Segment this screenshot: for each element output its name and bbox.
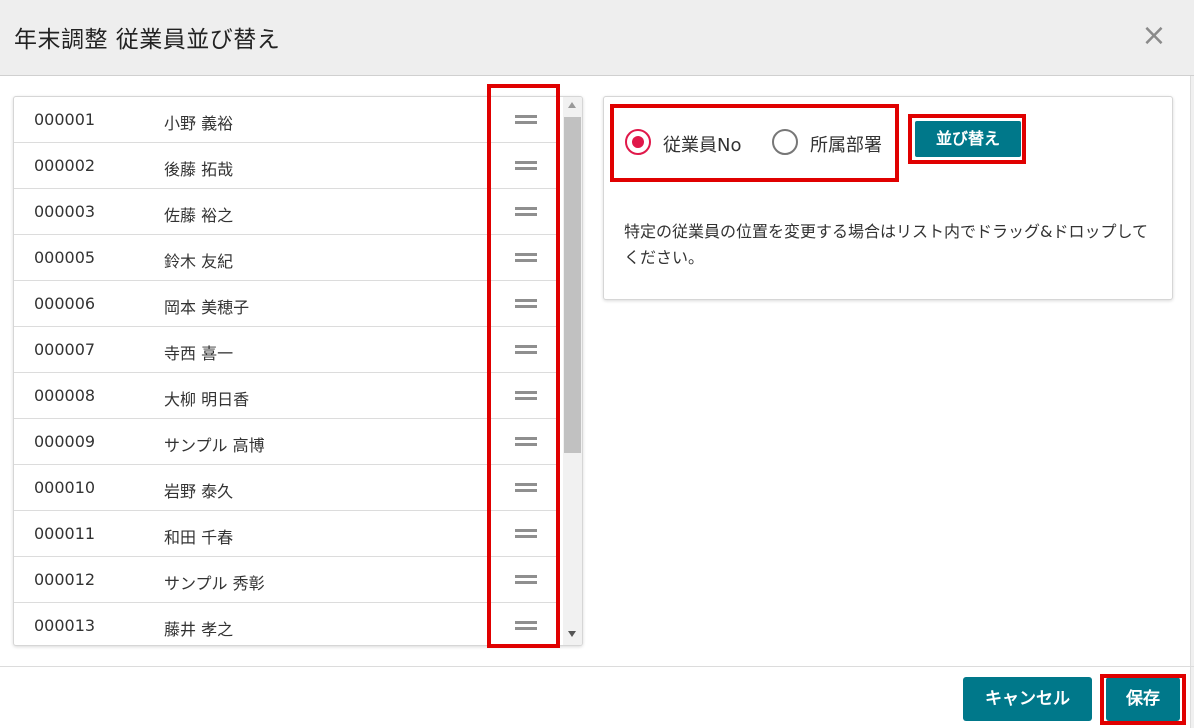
employee-name: 小野 義裕 bbox=[164, 114, 234, 133]
employee-no: 000013 bbox=[34, 616, 96, 635]
radio-label: 従業員No bbox=[663, 135, 742, 156]
employee-row[interactable]: 000009 サンプル 高博 bbox=[14, 419, 557, 465]
drag-handle-icon[interactable] bbox=[515, 158, 537, 172]
save-button[interactable]: 保存 bbox=[1106, 677, 1180, 721]
employee-name: 鈴木 友紀 bbox=[164, 252, 234, 271]
drag-handle-icon[interactable] bbox=[515, 204, 537, 218]
employee-name: 岡本 美穂子 bbox=[164, 298, 250, 317]
footer-divider bbox=[0, 666, 1194, 667]
employee-row[interactable]: 000008 大柳 明日香 bbox=[14, 373, 557, 419]
employee-no: 000011 bbox=[34, 524, 96, 543]
employee-name: 大柳 明日香 bbox=[164, 390, 250, 409]
employee-name: 和田 千春 bbox=[164, 528, 234, 547]
drag-handle-icon[interactable] bbox=[515, 388, 537, 402]
list-scrollbar[interactable] bbox=[563, 97, 582, 645]
drag-handle-icon[interactable] bbox=[515, 434, 537, 448]
employee-name: 佐藤 裕之 bbox=[164, 206, 234, 225]
employee-row[interactable]: 000010 岩野 泰久 bbox=[14, 465, 557, 511]
sort-options-panel: 従業員No 所属部署 並び替え 特定の従業員の位置を変更する場合はリスト内でドラ… bbox=[603, 96, 1173, 300]
employee-no: 000007 bbox=[34, 340, 96, 359]
employee-no: 000012 bbox=[34, 570, 96, 589]
radio-circle bbox=[772, 129, 798, 155]
drag-handle-icon[interactable] bbox=[515, 526, 537, 540]
drag-drop-hint: 特定の従業員の位置を変更する場合はリスト内でドラッグ&ドロップしてください。 bbox=[624, 222, 1148, 267]
employee-row[interactable]: 000012 サンプル 秀彰 bbox=[14, 557, 557, 603]
employee-row[interactable]: 000001 小野 義裕 bbox=[14, 97, 557, 143]
employee-list: 000001 小野 義裕 000002 後藤 拓哉 000003 佐藤 裕之 000005 鈴… bbox=[14, 97, 557, 645]
drag-handle-icon[interactable] bbox=[515, 342, 537, 356]
employee-name: サンプル 秀彰 bbox=[164, 574, 265, 593]
scroll-up-arrow-icon[interactable] bbox=[568, 102, 576, 108]
drag-handle-icon[interactable] bbox=[515, 572, 537, 586]
employee-row[interactable]: 000013 藤井 孝之 bbox=[14, 603, 557, 645]
employee-row[interactable]: 000003 佐藤 裕之 bbox=[14, 189, 557, 235]
radio-circle bbox=[625, 129, 651, 155]
sort-button[interactable]: 並び替え bbox=[915, 121, 1021, 157]
employee-row[interactable]: 000007 寺西 喜一 bbox=[14, 327, 557, 373]
employee-name: サンプル 高博 bbox=[164, 436, 265, 455]
employee-no: 000001 bbox=[34, 110, 96, 129]
drag-handle-icon[interactable] bbox=[515, 250, 537, 264]
employee-no: 000003 bbox=[34, 202, 96, 221]
employee-name: 岩野 泰久 bbox=[164, 482, 234, 501]
window-edge bbox=[1190, 76, 1194, 728]
employee-no: 000009 bbox=[34, 432, 96, 451]
employee-no: 000008 bbox=[34, 386, 96, 405]
drag-handle-icon[interactable] bbox=[515, 112, 537, 126]
employee-row[interactable]: 000002 後藤 拓哉 bbox=[14, 143, 557, 189]
cancel-button[interactable]: キャンセル bbox=[963, 677, 1092, 721]
drag-handle-icon[interactable] bbox=[515, 618, 537, 632]
radio-label: 所属部署 bbox=[810, 135, 882, 156]
employee-no: 000002 bbox=[34, 156, 96, 175]
employee-row[interactable]: 000005 鈴木 友紀 bbox=[14, 235, 557, 281]
sort-employees-dialog: 年末調整 従業員並び替え × 000001 小野 義裕 000002 後藤 拓哉 000… bbox=[0, 0, 1194, 728]
employee-row[interactable]: 000011 和田 千春 bbox=[14, 511, 557, 557]
employee-name: 後藤 拓哉 bbox=[164, 160, 234, 179]
employee-no: 000005 bbox=[34, 248, 96, 267]
drag-handle-icon[interactable] bbox=[515, 480, 537, 494]
dialog-header: 年末調整 従業員並び替え × bbox=[0, 0, 1194, 76]
employee-no: 000010 bbox=[34, 478, 96, 497]
employee-name: 藤井 孝之 bbox=[164, 620, 234, 639]
dialog-title: 年末調整 従業員並び替え bbox=[14, 27, 281, 53]
scroll-down-arrow-icon[interactable] bbox=[568, 631, 576, 637]
employee-list-panel: 000001 小野 義裕 000002 後藤 拓哉 000003 佐藤 裕之 000005 鈴… bbox=[13, 96, 583, 646]
scrollbar-thumb[interactable] bbox=[564, 117, 581, 453]
employee-no: 000006 bbox=[34, 294, 96, 313]
drag-handle-icon[interactable] bbox=[515, 296, 537, 310]
close-icon[interactable]: × bbox=[1138, 20, 1170, 52]
employee-row[interactable]: 000006 岡本 美穂子 bbox=[14, 281, 557, 327]
employee-name: 寺西 喜一 bbox=[164, 344, 234, 363]
